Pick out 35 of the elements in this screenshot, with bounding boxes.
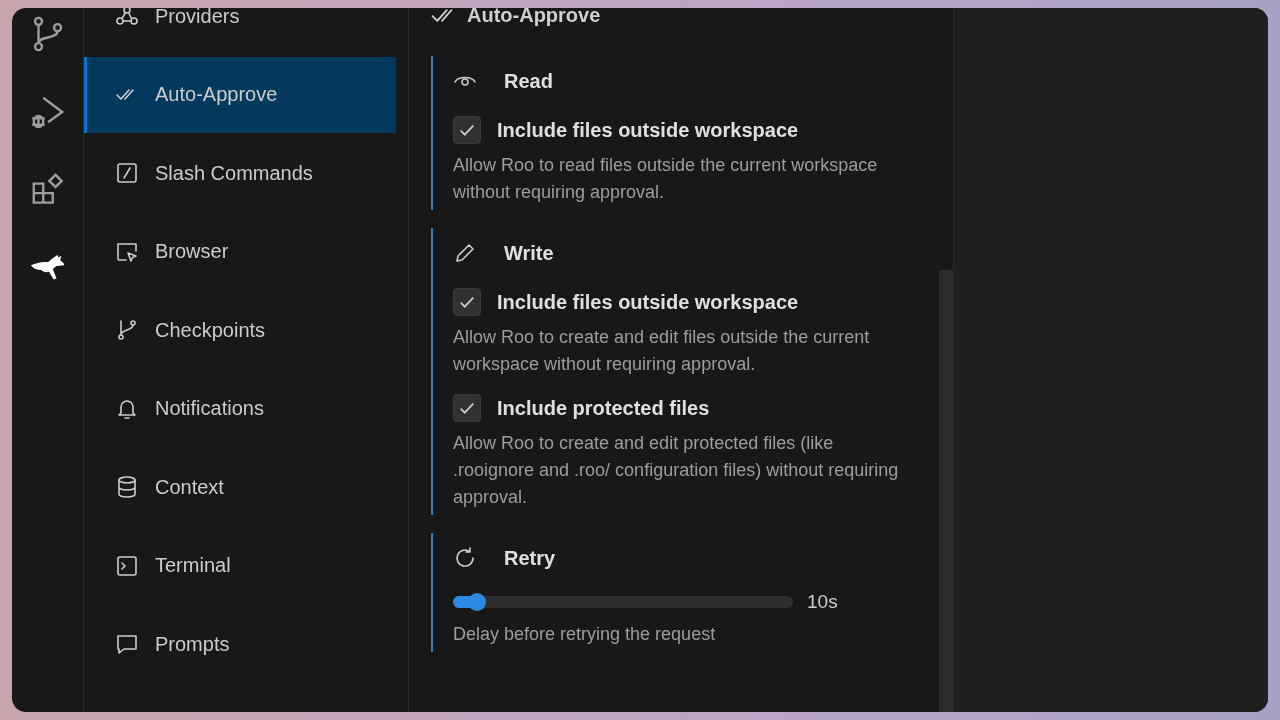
option-label: Include files outside workspace (497, 118, 799, 142)
sidebar-item[interactable]: Notifications (84, 370, 396, 447)
delay-slider[interactable] (453, 596, 793, 608)
branch-icon (115, 318, 139, 343)
slider-thumb[interactable] (467, 593, 486, 611)
slash-square-icon (115, 161, 139, 186)
database-icon (115, 475, 139, 500)
double-check-icon (431, 8, 453, 22)
chat-bubble-icon (115, 632, 139, 657)
option-description: Allow Roo to read files outside the current workspace without requiring approval. (453, 154, 879, 204)
group-title: Read (504, 69, 553, 93)
sidebar-item[interactable]: Browser (84, 213, 396, 290)
option-label: Include protected files (497, 396, 710, 420)
group-title: Write (504, 241, 554, 265)
scrollbar-thumb[interactable] (939, 270, 953, 712)
sidebar-item[interactable]: Providers (84, 8, 396, 55)
sidebar-item[interactable]: Auto-Approve (84, 56, 396, 133)
option-description: Allow Roo to create and edit protected files (like .rooignore and .roo/ configuration files) without requiring approval. (453, 432, 900, 509)
option-description: Allow Roo to create and edit files outside the current workspace without requiring approval. (453, 326, 871, 376)
sidebar-item[interactable]: Context (84, 449, 396, 526)
terminal-icon (115, 553, 139, 578)
sidebar-item[interactable]: Slash Commands (84, 135, 396, 212)
checkbox[interactable] (453, 288, 481, 316)
pencil-icon (453, 241, 477, 265)
checkbox[interactable] (453, 394, 481, 422)
sidebar-item[interactable]: Terminal (84, 527, 396, 604)
retry-icon (453, 546, 477, 570)
option-label: Include files outside workspace (497, 290, 799, 314)
sidebar-item[interactable]: Checkpoints (84, 292, 396, 369)
sidebar-item[interactable]: Prompts (84, 606, 396, 683)
group-title: Retry (504, 546, 556, 570)
slider-description: Delay before retrying the request (453, 623, 717, 646)
panel-title: Auto-Approve (467, 8, 601, 27)
checkbox[interactable] (453, 116, 481, 144)
slider-value: 10s (807, 591, 838, 613)
